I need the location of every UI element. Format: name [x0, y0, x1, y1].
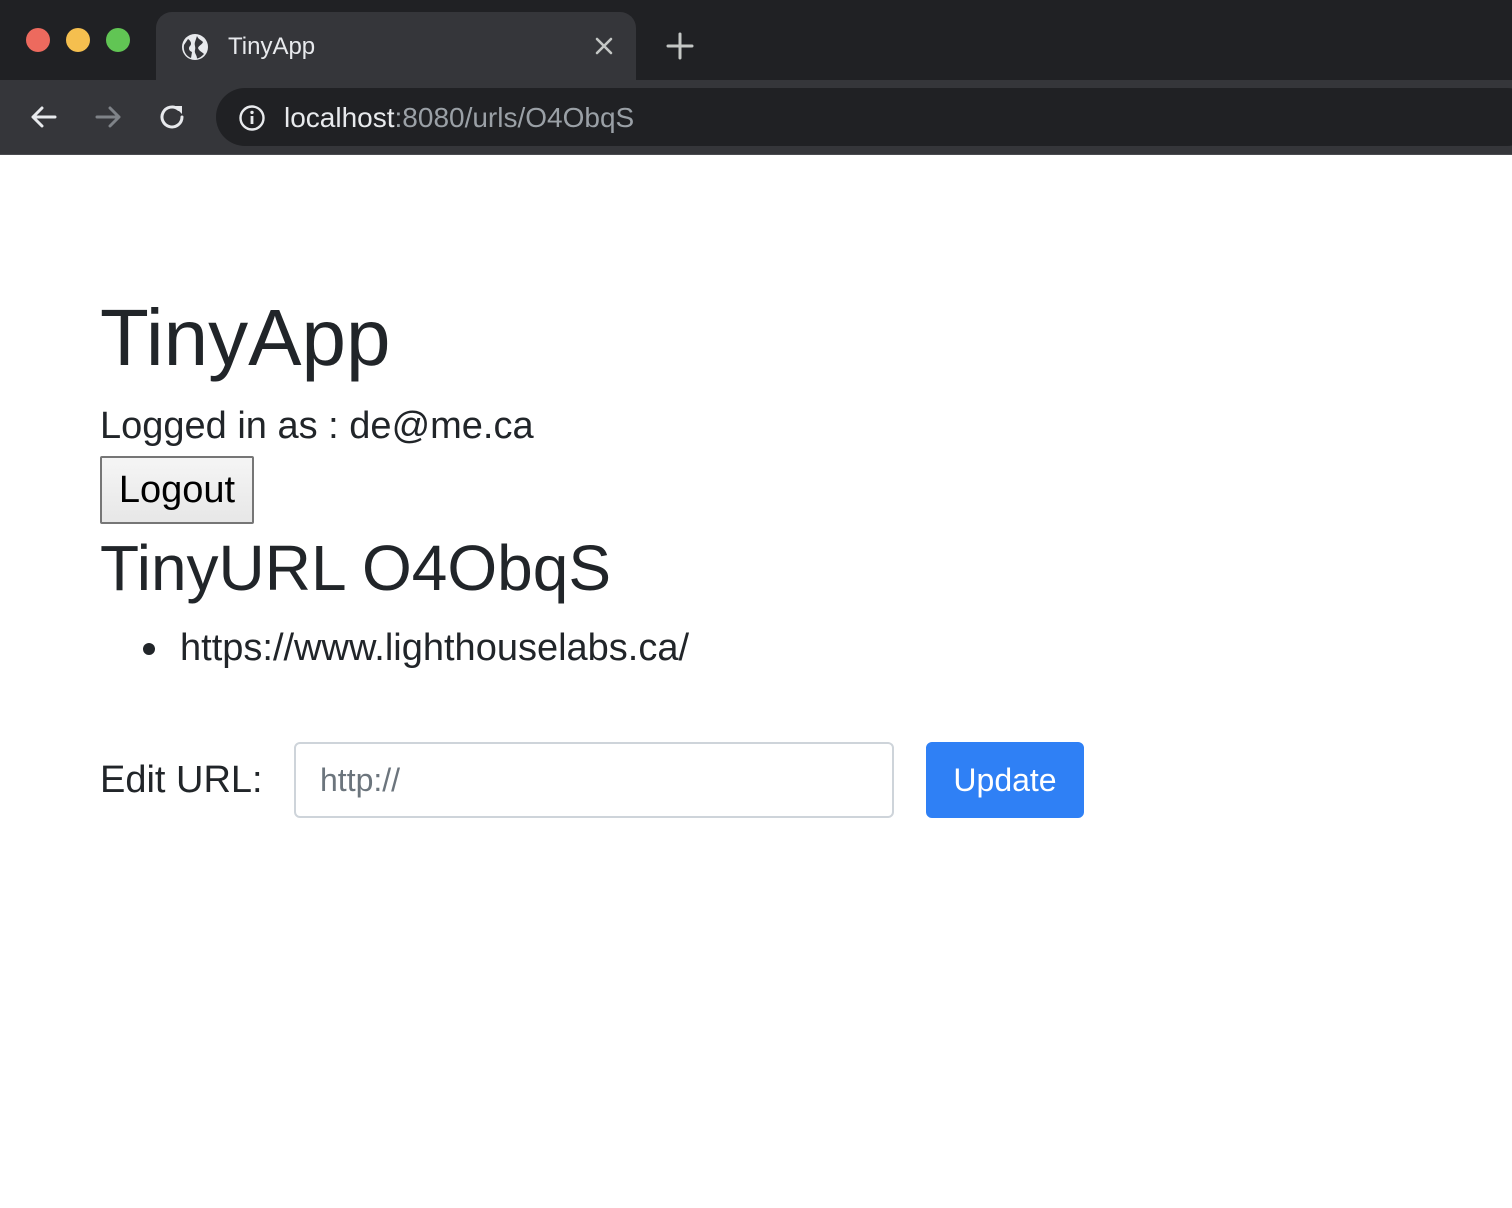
close-icon[interactable]	[592, 34, 616, 58]
back-arrow-icon[interactable]	[27, 100, 61, 134]
address-bar[interactable]: localhost:8080/urls/O4ObqS	[216, 88, 1512, 146]
long-url: https://www.lighthouselabs.ca/	[180, 627, 690, 669]
address-bar-url: localhost:8080/urls/O4ObqS	[284, 102, 634, 134]
tinyurl-heading: TinyURL O4ObqS	[100, 532, 611, 604]
list-item: https://www.lighthouselabs.ca/	[100, 624, 689, 672]
logout-button[interactable]: Logout	[100, 456, 254, 524]
url-host: localhost	[284, 102, 395, 133]
url-path: :8080/urls/O4ObqS	[394, 102, 635, 133]
browser-toolbar: localhost:8080/urls/O4ObqS	[0, 80, 1512, 155]
reload-icon[interactable]	[155, 100, 189, 134]
info-icon[interactable]	[238, 104, 266, 132]
update-button[interactable]: Update	[926, 742, 1084, 818]
globe-icon	[182, 34, 208, 60]
forward-arrow-icon[interactable]	[91, 100, 125, 134]
long-url-list: https://www.lighthouselabs.ca/	[100, 624, 689, 672]
window-close-button[interactable]	[26, 28, 50, 52]
window-maximize-button[interactable]	[106, 28, 130, 52]
app-title: TinyApp	[100, 293, 391, 382]
new-tab-plus-icon[interactable]	[664, 30, 696, 62]
window-minimize-button[interactable]	[66, 28, 90, 52]
browser-tab-active[interactable]: TinyApp	[156, 12, 636, 80]
bullet-icon	[143, 643, 155, 655]
edit-url-input[interactable]	[294, 742, 894, 818]
edit-url-label: Edit URL:	[100, 759, 263, 801]
logged-in-status: Logged in as : de@me.ca	[100, 405, 534, 447]
tab-title: TinyApp	[228, 33, 316, 60]
edit-url-form: Edit URL: Update	[100, 742, 1200, 818]
browser-tabstrip: TinyApp	[0, 0, 1512, 80]
